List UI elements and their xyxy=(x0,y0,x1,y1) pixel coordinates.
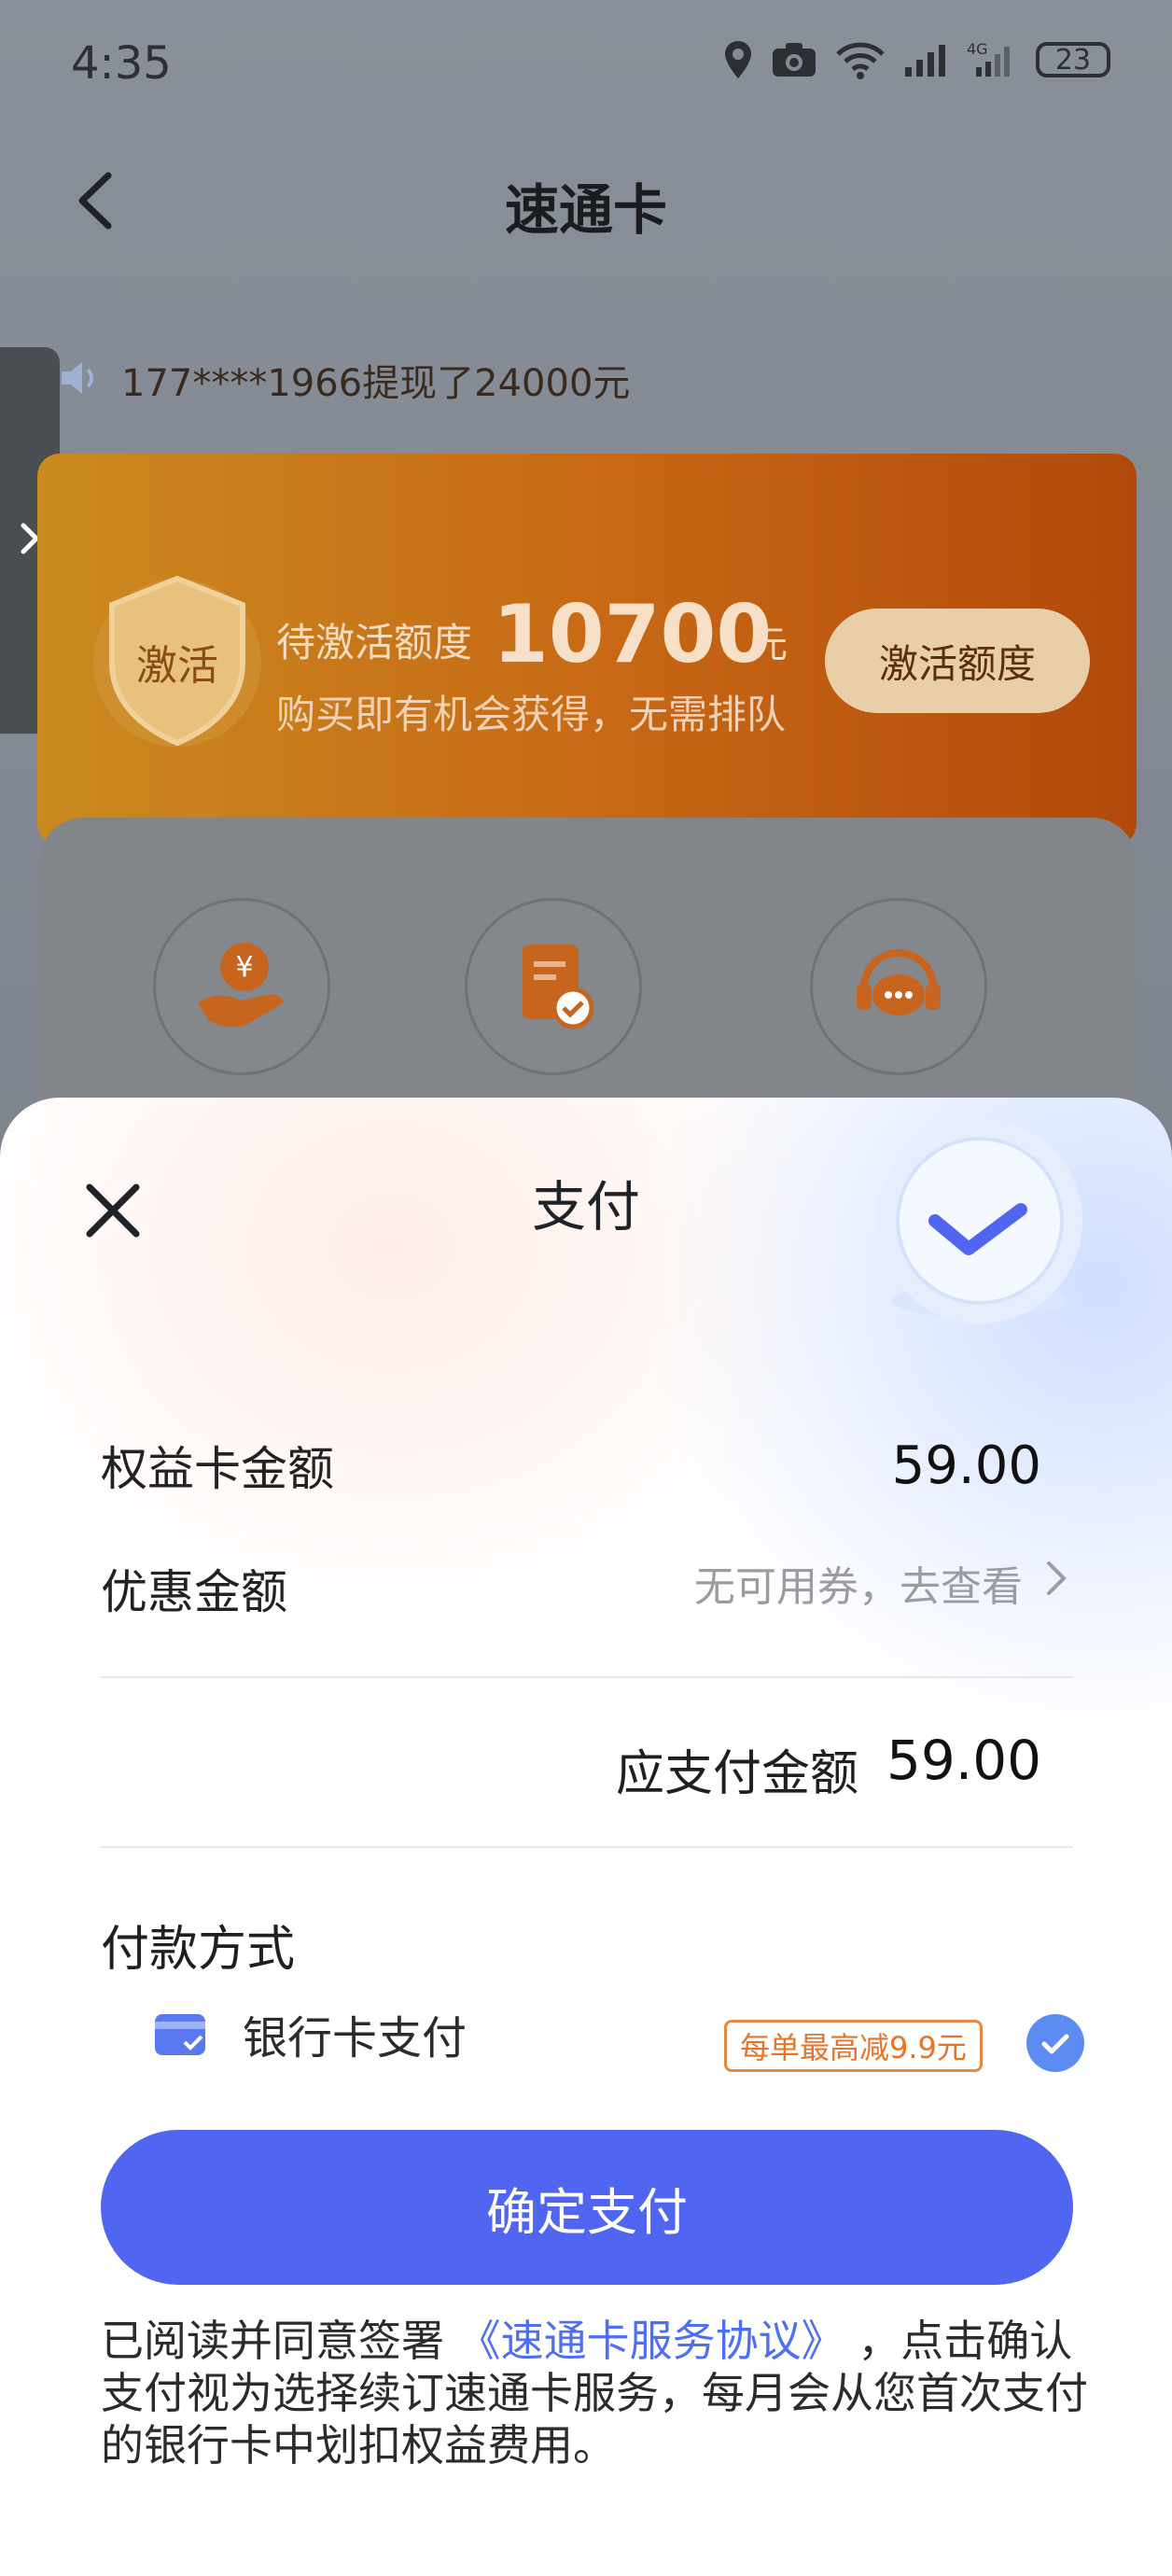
agreement-text: 已阅读并同意签署 《速通卡服务协议》 ，点击确认支付视为选择续订速通卡服务，每月… xyxy=(101,2315,1090,2471)
selected-check-icon[interactable] xyxy=(1026,2014,1084,2072)
battery-indicator: 23 xyxy=(1036,42,1110,77)
camera-icon xyxy=(771,41,817,78)
promo-label: 待激活额度 xyxy=(276,620,473,665)
service-bill[interactable] xyxy=(465,898,642,1075)
promo-amount: 10700 xyxy=(493,588,773,681)
service-loan[interactable]: ¥ xyxy=(153,898,330,1075)
speaker-icon xyxy=(56,355,103,405)
activate-quota-button[interactable]: 激活额度 xyxy=(825,609,1090,713)
service-support[interactable] xyxy=(810,898,987,1075)
chevron-right-icon xyxy=(1045,1558,1067,1609)
location-icon xyxy=(722,39,754,80)
headset-chat-icon xyxy=(847,933,950,1040)
shield-badge: 激活 xyxy=(93,560,261,756)
coupon-hint-text: 无可用券，去查看 xyxy=(694,1563,1023,1611)
promo-unit: 元 xyxy=(750,623,788,666)
status-bar: 4:35 4G 23 xyxy=(0,0,1172,131)
divider xyxy=(101,1676,1073,1678)
check-badge-icon xyxy=(868,1118,1092,1342)
discount-tag: 每单最高减9.9元 xyxy=(724,2020,983,2072)
total-label: 应支付金额 xyxy=(616,1746,859,1802)
promo-subtitle: 购买即有机会获得，无需排队 xyxy=(276,692,787,737)
confirm-pay-button[interactable]: 确定支付 xyxy=(101,2130,1073,2285)
total-value: 59.00 xyxy=(886,1729,1041,1792)
card-amount-value: 59.00 xyxy=(891,1435,1041,1496)
bank-card-label: 银行卡支付 xyxy=(243,2012,467,2065)
divider xyxy=(101,1846,1073,1848)
yuan-hand-icon: ¥ xyxy=(190,933,293,1040)
svg-text:¥: ¥ xyxy=(235,951,253,984)
signal-icon xyxy=(903,41,950,78)
shield-badge-label: 激活 xyxy=(136,642,218,690)
payment-sheet: 支付 权益卡金额 59.00 优惠金额 无可用券，去查看 应支付金额 59.00… xyxy=(0,1098,1172,2576)
agreement-prefix: 已阅读并同意签署 xyxy=(101,2316,444,2366)
coupon-link[interactable]: 无可用券，去查看 xyxy=(694,1553,1067,1613)
status-icons: 4G 23 xyxy=(722,39,1110,80)
discount-label: 优惠金额 xyxy=(101,1565,287,1619)
bank-card-icon xyxy=(153,2010,207,2059)
ticker-text: 177****1966提现了24000元 xyxy=(121,362,631,405)
card-amount-label: 权益卡金额 xyxy=(101,1442,334,1496)
wifi-icon xyxy=(834,39,886,80)
signal-4g-icon: 4G xyxy=(967,39,1019,80)
payment-method-title: 付款方式 xyxy=(101,1922,296,1978)
svg-text:4G: 4G xyxy=(967,40,988,58)
document-check-icon xyxy=(502,933,605,1040)
service-agreement-link[interactable]: 《速通卡服务协议》 xyxy=(458,2316,844,2366)
payment-option-bank-card[interactable]: 银行卡支付 每单最高减9.9元 xyxy=(101,1994,1090,2096)
page-title: 速通卡 xyxy=(504,178,667,242)
notice-ticker: 177****1966提现了24000元 xyxy=(56,353,630,407)
status-time: 4:35 xyxy=(71,37,172,90)
